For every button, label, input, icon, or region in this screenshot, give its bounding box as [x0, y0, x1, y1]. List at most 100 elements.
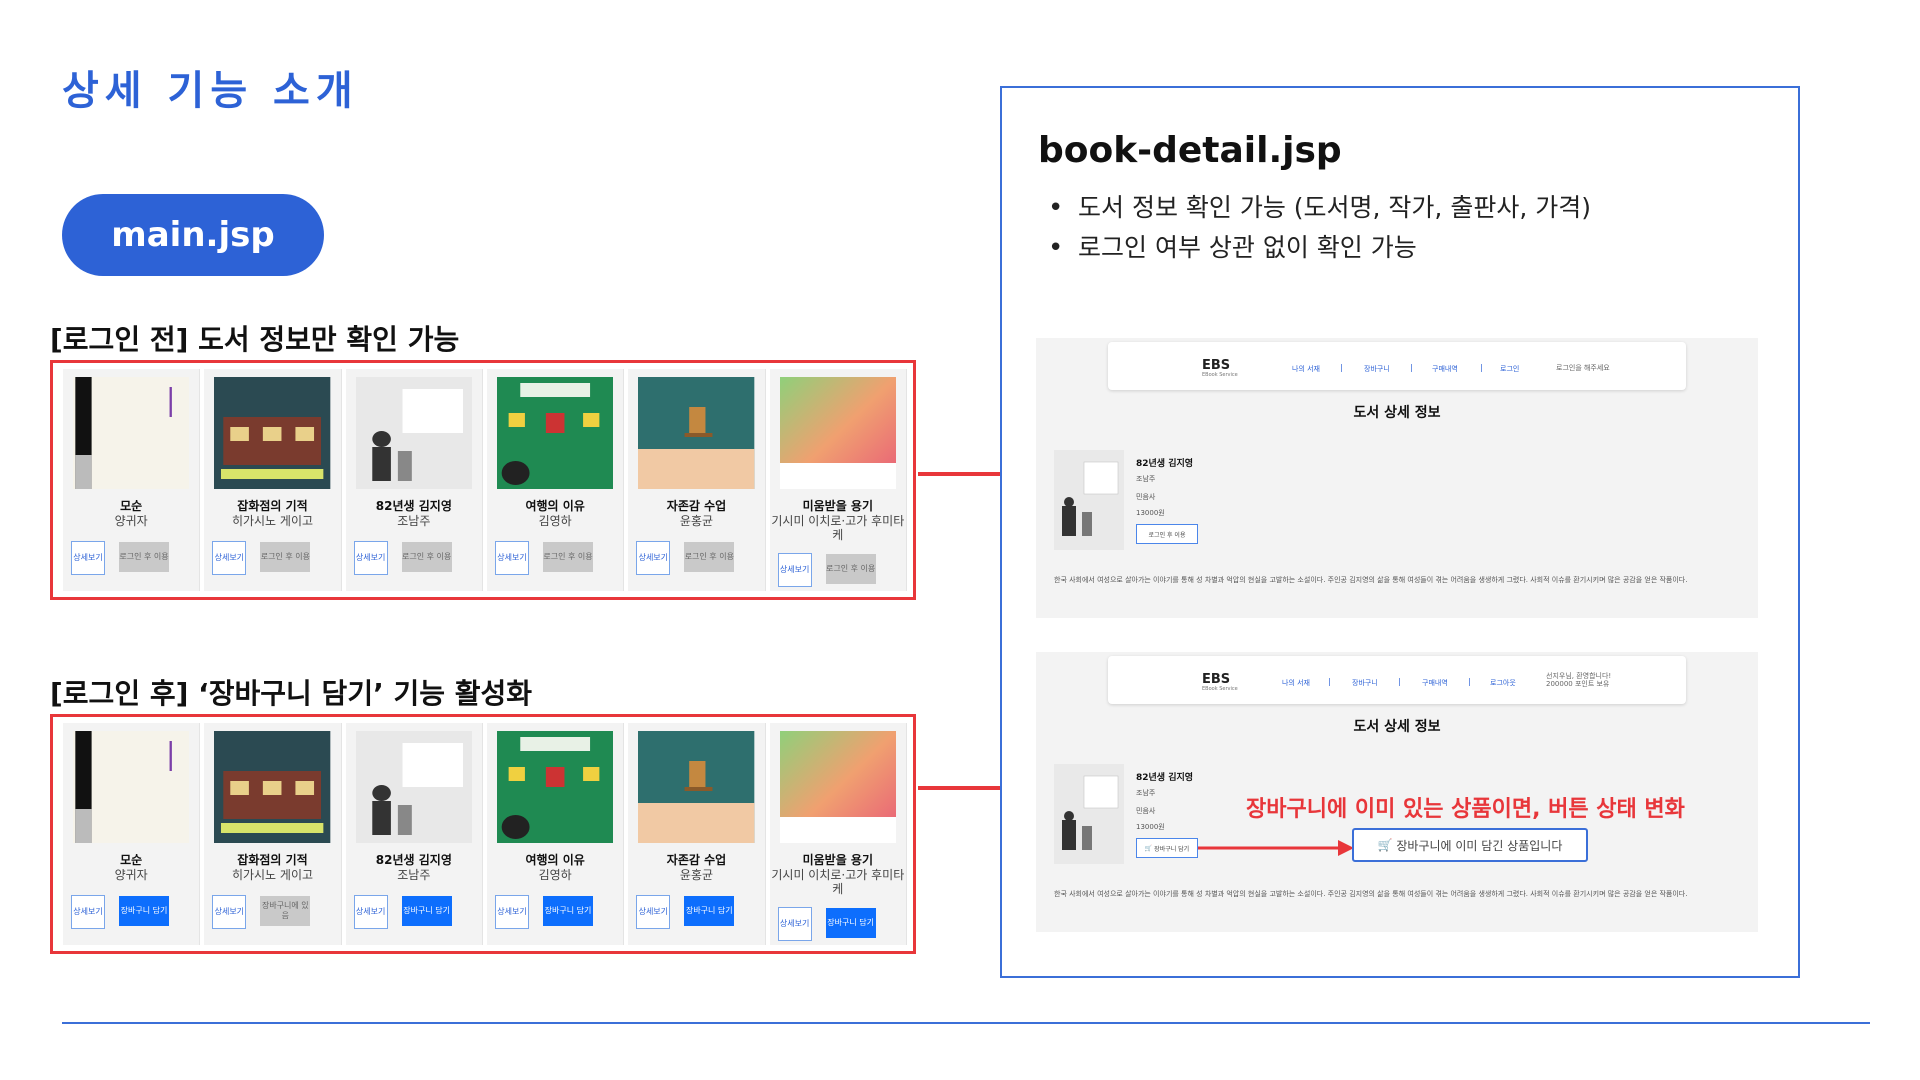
book-thumbnail: [1054, 450, 1124, 550]
nav-separator: |: [1468, 677, 1471, 686]
book-cover-icon: [214, 377, 331, 489]
add-cart-button[interactable]: 장바구니 담기: [542, 896, 593, 926]
add-cart-small-button[interactable]: 🛒 장바구니 담기: [1136, 838, 1198, 858]
bullet-item: 도서 정보 확인 가능 (도서명, 작가, 출판사, 가격): [1048, 188, 1591, 228]
book-author: 히가시노 게이고: [231, 868, 314, 882]
detail-button[interactable]: 상세보기: [212, 541, 247, 575]
book-title: 잡화점의 기적: [237, 853, 308, 867]
nav-orders[interactable]: 구매내역: [1432, 364, 1458, 374]
cart-state-note: 장바구니에 이미 있는 상품이면, 버튼 상태 변화: [1246, 797, 1685, 822]
book-title: 모순: [120, 853, 143, 867]
book-title: 미움받을 용기: [802, 853, 874, 867]
book-cover-icon: [73, 377, 190, 489]
book-author: 윤홍균: [679, 514, 714, 528]
login-required-button[interactable]: 로그인 후 이용: [260, 542, 311, 572]
detail-button[interactable]: 상세보기: [636, 541, 671, 575]
already-in-cart-button[interactable]: 🛒 장바구니에 이미 담긴 상품입니다: [1352, 828, 1588, 862]
nav-orders[interactable]: 구매내역: [1422, 678, 1448, 688]
book-author: 김영하: [538, 868, 572, 882]
book-title: 82년생 김지영: [1136, 773, 1194, 783]
book-cover-icon: [214, 731, 331, 843]
nav-separator: |: [1410, 363, 1413, 372]
book-author: 조남주: [397, 868, 431, 882]
navbar: EBS EBook Service 나의 서재 | 장바구니 | 구매내역 | 로…: [1108, 342, 1686, 390]
book-card: 잡화점의 기적 히가시노 게이고 상세보기 로그인 후 이용: [204, 369, 342, 591]
book-strip-after-login: 모순 양귀자상세보기 장바구니 담기 잡화점의 기적 히가시노 게이고상세보기 장바구니에…: [50, 714, 916, 954]
book-cover-icon: [496, 731, 614, 843]
book-cover-icon: [73, 731, 190, 843]
book-cover-icon: [779, 377, 896, 489]
login-prompt: 로그인을 해주세요: [1556, 364, 1610, 372]
book-card: 82년생 김지영 조남주 상세보기 장바구니 담기: [345, 723, 483, 945]
navbar: EBS EBook Service 나의 서재 | 장바구니 | 구매내역 | 로…: [1108, 656, 1686, 704]
nav-logout[interactable]: 로그아웃: [1490, 678, 1516, 688]
book-cover-icon: [638, 731, 755, 843]
login-required-button[interactable]: 로그인 후 이용: [825, 554, 876, 584]
login-required-button[interactable]: 로그인 후 이용: [401, 542, 452, 572]
add-cart-button[interactable]: 장바구니 담기: [825, 908, 876, 938]
nav-separator: |: [1398, 677, 1401, 686]
page-title: 상세 기능 소개: [62, 68, 359, 114]
nav-login[interactable]: 로그인: [1500, 364, 1519, 374]
main-jsp-pill: main.jsp: [62, 194, 324, 276]
book-card: 잡화점의 기적 히가시노 게이고상세보기 장바구니에 있음: [204, 723, 342, 945]
nav-my-library[interactable]: 나의 서재: [1292, 364, 1320, 374]
book-publisher: 민음사: [1136, 807, 1156, 815]
book-author: 기시미 이치로·고가 후미타케: [771, 868, 905, 896]
nav-separator: |: [1340, 363, 1343, 372]
book-card: 자존감 수업 윤홍균상세보기 장바구니 담기: [628, 723, 766, 945]
book-author: 조남주: [397, 514, 431, 528]
detail-heading: 도서 상세 정보: [1353, 719, 1441, 735]
book-author: 김영하: [538, 514, 572, 528]
book-price: 13000원: [1136, 823, 1165, 831]
nav-cart[interactable]: 장바구니: [1352, 678, 1378, 688]
detail-button[interactable]: 상세보기: [353, 895, 388, 929]
before-login-label: [로그인 전] 도서 정보만 확인 가능: [50, 323, 460, 356]
book-cover-icon: [779, 731, 896, 843]
ebs-logo[interactable]: EBS EBook Service: [1202, 672, 1238, 692]
login-required-button[interactable]: 로그인 후 이용: [684, 542, 735, 572]
login-required-button[interactable]: 로그인 후 이용: [1136, 524, 1198, 544]
book-card: 미움받을 용기 기시미 이치로·고가 후미타케상세보기 로그인 후 이용: [769, 369, 907, 591]
detail-button[interactable]: 상세보기: [777, 907, 812, 941]
login-required-button[interactable]: 로그인 후 이용: [542, 542, 593, 572]
detail-file-title: book-detail.jsp: [1038, 130, 1342, 171]
login-required-button[interactable]: 로그인 후 이용: [119, 542, 169, 572]
book-author: 기시미 이치로·고가 후미타케: [771, 514, 905, 542]
detail-button[interactable]: 상세보기: [353, 541, 388, 575]
add-cart-button[interactable]: 장바구니 담기: [119, 896, 169, 926]
book-title: 자존감 수업: [666, 853, 727, 867]
ebs-logo[interactable]: EBS EBook Service: [1202, 358, 1238, 378]
book-title: 모순: [120, 499, 143, 513]
book-title: 미움받을 용기: [802, 499, 874, 513]
detail-button[interactable]: 상세보기: [212, 895, 247, 929]
nav-cart[interactable]: 장바구니: [1364, 364, 1390, 374]
in-cart-button[interactable]: 장바구니에 있음: [260, 896, 311, 926]
add-cart-button[interactable]: 장바구니 담기: [401, 896, 452, 926]
book-description: 한국 사회에서 여성으로 살아가는 이야기를 통해 성 차별과 억압의 현실을 …: [1054, 890, 1688, 898]
book-cover-82-icon: [1054, 764, 1124, 864]
book-card: 여행의 이유 김영하 상세보기 로그인 후 이용: [486, 369, 625, 591]
book-title: 여행의 이유: [525, 853, 585, 867]
detail-button[interactable]: 상세보기: [71, 541, 105, 575]
detail-button[interactable]: 상세보기: [494, 541, 529, 575]
bullet-item: 로그인 여부 상관 없이 확인 가능: [1048, 228, 1591, 268]
cart-icon: 🛒: [1377, 838, 1397, 852]
detail-button[interactable]: 상세보기: [777, 553, 812, 587]
detail-button[interactable]: 상세보기: [636, 895, 671, 929]
book-card: 모순 양귀자상세보기 장바구니 담기: [63, 723, 201, 945]
book-author: 양귀자: [114, 868, 148, 882]
book-author: 히가시노 게이고: [231, 514, 314, 528]
detail-bullets: 도서 정보 확인 가능 (도서명, 작가, 출판사, 가격) 로그인 여부 상관…: [1048, 188, 1591, 268]
book-description: 한국 사회에서 여성으로 살아가는 이야기를 통해 성 차별과 억압의 현실을 …: [1054, 576, 1688, 584]
book-card: 여행의 이유 김영하상세보기 장바구니 담기: [486, 723, 625, 945]
book-author: 양귀자: [114, 514, 148, 528]
book-title: 82년생 김지영: [375, 499, 452, 513]
add-cart-button[interactable]: 장바구니 담기: [684, 896, 735, 926]
detail-button[interactable]: 상세보기: [494, 895, 529, 929]
nav-my-library[interactable]: 나의 서재: [1282, 678, 1310, 688]
cart-icon: 🛒: [1144, 844, 1155, 852]
book-cover-icon: [638, 377, 755, 489]
book-author: 윤홍균: [679, 868, 714, 882]
detail-button[interactable]: 상세보기: [71, 895, 105, 929]
